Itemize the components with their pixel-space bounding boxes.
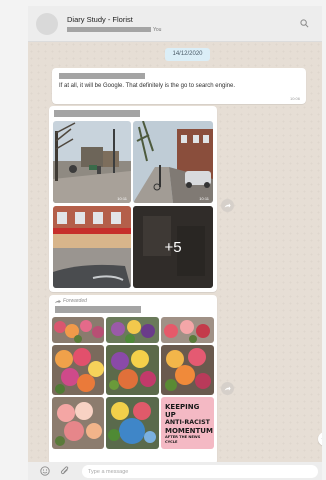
smiley-icon — [40, 466, 50, 476]
poster-image[interactable]: KEEPING UP ANTI-RACIST MOMENTUM AFTER TH… — [161, 397, 214, 449]
message-time: 10:06 — [289, 96, 300, 101]
street-photo-1[interactable]: 10:11 — [53, 121, 131, 203]
street-photo-2[interactable]: 10:11 — [133, 121, 213, 203]
forward-arrow-icon — [224, 203, 231, 208]
message-text: If at all, it will be Google. That defin… — [59, 83, 235, 89]
chat-header-info[interactable]: Diary Study - Florist You — [67, 15, 294, 33]
street-photo-3[interactable] — [53, 206, 131, 288]
scroll-down-button[interactable] — [318, 432, 322, 446]
forwarded-photo-message: Forwarded KEEPING UP ANTI-RACIST MOMENTU… — [49, 295, 217, 465]
search-button[interactable] — [294, 14, 314, 34]
photo-time: 10:11 — [117, 196, 127, 201]
poster-line-4: AFTER THE NEWS CYCLE — [165, 435, 201, 444]
forwarded-label: Forwarded — [63, 298, 87, 304]
message-input[interactable] — [82, 465, 318, 478]
poster-line-1: KEEPING UP — [165, 403, 200, 419]
paperclip-icon — [60, 466, 69, 475]
chat-window: Diary Study - Florist You 14/12/2020 If … — [28, 6, 322, 480]
flower-photo[interactable] — [52, 397, 104, 449]
attach-button[interactable] — [58, 464, 72, 478]
scroll-down-icon — [321, 438, 322, 439]
forward-button[interactable] — [221, 382, 234, 395]
search-icon — [299, 19, 308, 28]
emoji-button[interactable] — [38, 464, 52, 478]
participants-you: You — [153, 26, 162, 33]
redacted-sender — [54, 110, 140, 117]
flower-photo[interactable] — [52, 345, 104, 395]
more-photos-count: +5 — [133, 206, 213, 288]
flower-photo[interactable] — [52, 317, 104, 343]
text-message[interactable]: If at all, it will be Google. That defin… — [52, 68, 306, 104]
group-avatar[interactable] — [36, 12, 58, 35]
forward-button[interactable] — [221, 199, 234, 212]
flower-photo[interactable] — [106, 397, 159, 449]
flower-photo[interactable] — [106, 345, 159, 395]
participants-row: You — [67, 27, 294, 33]
photo-time: 10:11 — [199, 196, 209, 201]
photo-album-message: 10:11 10:11 +5 — [49, 106, 217, 292]
chat-header: Diary Study - Florist You — [28, 6, 322, 42]
forwarded-tag: Forwarded — [55, 298, 87, 304]
poster-line-3: MOMENTUM — [165, 427, 213, 435]
message-composer — [28, 462, 322, 480]
redacted-sender — [59, 73, 145, 79]
chat-title: Diary Study - Florist — [67, 14, 133, 24]
flower-photo[interactable] — [161, 345, 214, 395]
more-photos-tile[interactable]: +5 — [133, 206, 213, 288]
poster-line-2: ANTI-RACIST — [165, 419, 210, 426]
forward-arrow-icon — [224, 386, 231, 391]
forwarded-icon — [55, 299, 61, 303]
flower-photo[interactable] — [106, 317, 159, 343]
redacted-participants — [67, 27, 151, 32]
flower-photo[interactable] — [161, 317, 214, 343]
redacted-sender — [55, 306, 141, 313]
date-chip: 14/12/2020 — [165, 48, 210, 61]
